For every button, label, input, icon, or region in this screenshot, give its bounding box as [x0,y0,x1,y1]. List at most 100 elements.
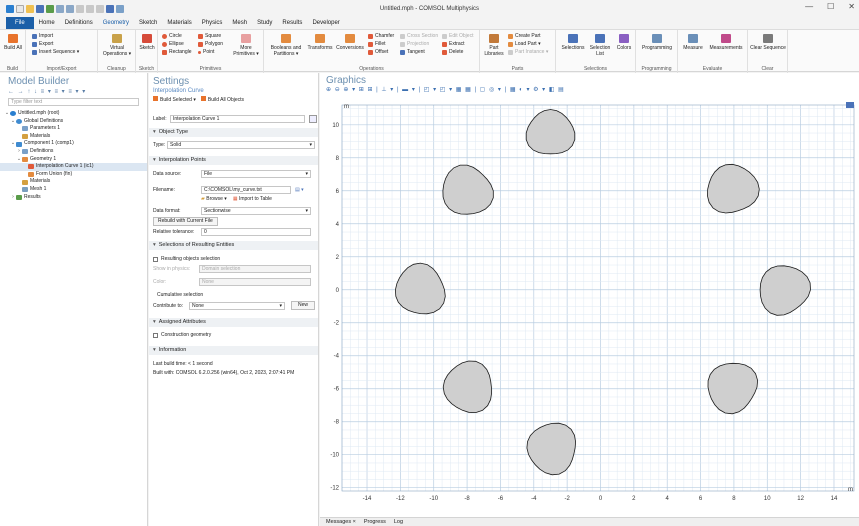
virtual-operations-button[interactable]: Virtual Operations ▾ [100,34,134,57]
ellipse-button[interactable]: Ellipse [162,41,184,48]
selections-section[interactable]: ▾ Selections of Resulting Entities [149,241,318,250]
polygon-button[interactable]: Polygon [198,41,223,48]
tree-node-root[interactable]: ⌄ Untitled.mph (root) [0,110,147,118]
delete-entities-button[interactable]: Delete [442,49,463,56]
selection-list-button[interactable]: Selection List [588,34,612,57]
tree-node-materials[interactable]: Materials [0,178,147,186]
insert-sequence-button[interactable]: Insert Sequence ▾ [32,49,79,56]
open-folder-icon[interactable] [26,4,34,13]
color-select[interactable]: None [199,278,311,286]
graphics-toolbar[interactable]: ⊕ ⊖ ⊕ ▾ ⊞ ⊞ | ⊥ ▾ | ▬ ▾ | ◰ ▾ ◰ ▾ ▦ ▦ | … [320,86,859,95]
fillet-button[interactable]: Fillet [368,41,386,48]
data-format-select[interactable]: Sectionwise ▾ [201,207,311,215]
cross-section-button[interactable]: Cross Section [400,33,438,40]
offset-button[interactable]: Offset [368,49,388,56]
measure-button[interactable]: Measure [680,34,706,51]
view-icon[interactable] [846,102,854,108]
build-all-button[interactable]: Build All [4,34,22,51]
edit-object-button[interactable]: Edit Object [442,33,473,40]
part-libraries-button[interactable]: Part Libraries [482,34,506,57]
tab-log[interactable]: Log [394,519,403,525]
rectangle-button[interactable]: Rectangle [162,49,192,56]
browse-button[interactable]: ▰ Browse ▾ [201,196,227,202]
run-icon[interactable] [46,4,54,13]
point-button[interactable]: Point [198,49,214,56]
colors-button[interactable]: Colors [614,34,634,51]
import-to-table-button[interactable]: ▦ Import to Table [233,196,272,202]
window-icon[interactable] [116,4,124,13]
tangent-button[interactable]: Tangent [400,49,425,56]
tab-materials[interactable]: Materials [162,17,196,29]
tree-node-geometry[interactable]: ⌄ Geometry 1 [0,156,147,164]
tab-geometry[interactable]: Geometry [98,17,134,29]
information-section[interactable]: ▾ Information [149,346,318,355]
tab-sketch[interactable]: Sketch [134,17,162,29]
minimize-button[interactable]: — [805,2,813,11]
tab-physics[interactable]: Physics [197,17,228,29]
tree-node-mesh[interactable]: Mesh 1 [0,186,147,194]
build-all-objects-button[interactable]: Build All Objects [200,96,244,103]
booleans-partitions-button[interactable]: Booleans and Partitions ▾ [266,34,306,57]
tab-progress[interactable]: Progress [364,519,386,525]
relative-tolerance-input[interactable]: 0 [201,228,311,236]
tab-messages[interactable]: Messages × [326,519,356,525]
new-selection-button[interactable]: New [291,301,316,310]
programming-button[interactable]: Programming [638,34,676,51]
chamfer-button[interactable]: Chamfer [368,33,394,40]
tree-node-global-definitions[interactable]: ⌄ Global Definitions [0,118,147,126]
label-edit-icon[interactable] [309,115,317,123]
tab-definitions[interactable]: Definitions [60,17,98,29]
tree-node-global-materials[interactable]: Materials [0,133,147,141]
tab-study[interactable]: Study [252,17,277,29]
interpolation-points-section[interactable]: ▾ Interpolation Points [149,156,318,165]
show-in-physics-select[interactable]: Domain selection [199,265,311,273]
tree-node-parameters[interactable]: Parameters 1 [0,125,147,133]
tab-file[interactable]: File [6,17,34,29]
tree-node-component[interactable]: ⌄ Component 1 (comp1) [0,140,147,148]
tree-node-form-union[interactable]: Form Union (fin) [0,171,147,179]
maximize-button[interactable]: ☐ [827,2,834,11]
conversions-button[interactable]: Conversions [334,34,366,51]
clear-sequence-button[interactable]: Clear Sequence [750,34,786,51]
part-instance-button[interactable]: Part Instance ▾ [508,49,548,56]
circle-button[interactable]: Circle [162,33,182,40]
create-part-button[interactable]: Create Part [508,33,541,40]
load-part-button[interactable]: Load Part ▾ [508,41,541,48]
tree-node-interpolation-curve[interactable]: Interpolation Curve 1 (ic1) [0,163,147,171]
tree-filter-input[interactable]: Type filter text [8,98,139,106]
selections-button[interactable]: Selections [560,34,586,51]
tree-node-results[interactable]: › Results [0,194,147,202]
assigned-attributes-section[interactable]: ▾ Assigned Attributes [149,318,318,327]
import-button[interactable]: Import [32,33,53,40]
compact-icon[interactable] [106,4,114,13]
tab-home[interactable]: Home [34,17,60,29]
rebuild-current-file-button[interactable]: Rebuild with Current File [153,217,218,226]
export-button[interactable]: Export [32,41,53,48]
close-button[interactable]: ✕ [848,2,855,11]
transforms-button[interactable]: Transforms [306,34,334,51]
contribute-to-select[interactable]: None ▾ [189,301,285,310]
tab-mesh[interactable]: Mesh [227,17,252,29]
data-source-select[interactable]: File ▾ [201,170,311,178]
file-options-icon[interactable]: ▤ ▾ [295,187,304,193]
sketch-button[interactable]: Sketch [138,34,156,51]
type-select[interactable]: Solid ▾ [167,141,315,149]
undo-icon[interactable] [56,4,64,13]
tab-developer[interactable]: Developer [307,17,344,29]
construction-geometry-checkbox[interactable] [153,332,158,338]
projection-button[interactable]: Projection [400,41,429,48]
geometry-plot[interactable]: -14 -12 -10 -8 -6 -4 -2 0 2 4 6 8 10 12 141086420-2-4-… [324,99,857,509]
label-input[interactable]: Interpolation Curve 1 [170,115,305,123]
save-icon[interactable] [36,4,44,13]
object-type-section[interactable]: ▾ Object Type [149,128,318,137]
copy-icon[interactable] [76,4,84,13]
resulting-selection-checkbox[interactable] [153,256,158,262]
measurements-button[interactable]: Measurements [706,34,746,51]
build-selected-button[interactable]: Build Selected ▾ [153,96,196,103]
square-button[interactable]: Square [198,33,221,40]
tab-results[interactable]: Results [277,17,307,29]
model-builder-toolbar[interactable]: ← → ↑ ↓ ≡ ▾ ≡ ▾ ≡ ▾ ▾ [0,88,147,97]
redo-icon[interactable] [66,4,74,13]
paste-icon[interactable] [86,4,94,13]
tree-node-definitions[interactable]: › Definitions [0,148,147,156]
